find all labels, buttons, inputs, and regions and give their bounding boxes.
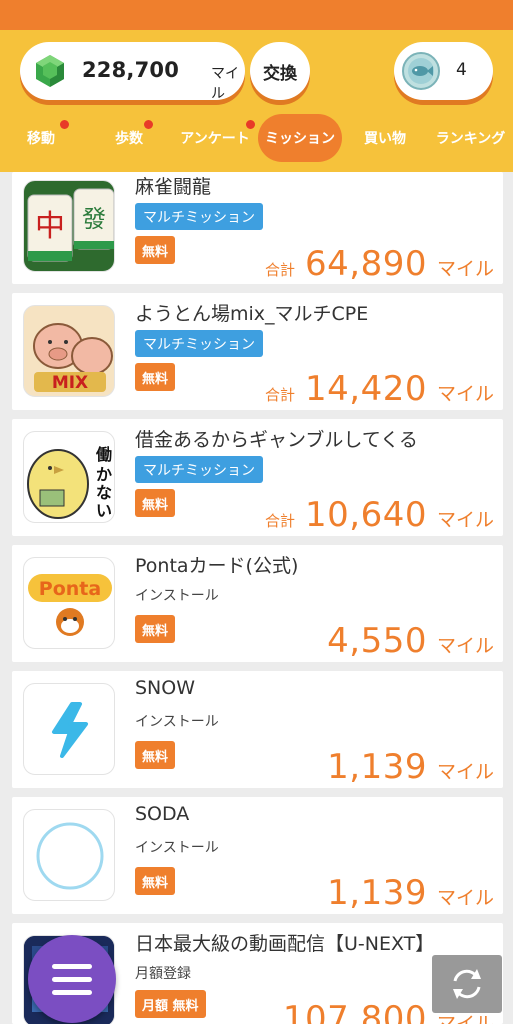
free-badge: 無料 — [135, 489, 176, 517]
multi-mission-badge: マルチミッション — [135, 330, 263, 357]
offer-card[interactable]: 中 發 麻雀闘龍 マルチミッション 無料 合計 64,890 マイル — [12, 172, 503, 284]
tab-survey[interactable]: アンケート — [172, 114, 258, 162]
svg-text:な: な — [96, 483, 112, 502]
reward: 1,139 マイル — [327, 747, 494, 787]
free-badge: 月額 無料 — [135, 990, 206, 1018]
status-bar — [0, 0, 513, 30]
soda-circle-icon — [23, 809, 115, 901]
reward-miles: 10,640 — [305, 495, 427, 535]
reward-unit: マイル — [436, 887, 494, 909]
offer-subtype: インストール — [135, 840, 219, 856]
free-badge: 無料 — [135, 236, 176, 264]
tab-shopping[interactable]: 買い物 — [352, 114, 418, 162]
offer-card[interactable]: MIX ようとん場mix_マルチCPE マルチミッション 無料 合計 14,42… — [12, 293, 503, 410]
tab-mission[interactable]: ミッション — [258, 114, 342, 162]
tab-steps[interactable]: 歩数 — [96, 114, 162, 162]
refresh-icon — [453, 969, 481, 999]
offer-card[interactable]: 働 か な い 借金あるからギャンブルしてくる マルチミッション 無料 合計 1… — [12, 419, 503, 536]
free-badge: 無料 — [135, 615, 176, 643]
app-name: ようとん場mix_マルチCPE — [135, 303, 369, 325]
total-label: 合計 — [265, 512, 296, 530]
offer-subtype: インストール — [135, 588, 219, 604]
reward-miles: 107,800 — [282, 999, 427, 1024]
svg-text:發: 發 — [82, 205, 106, 233]
category-tabs: 移動 歩数 アンケート ミッション 買い物 ランキング — [0, 114, 513, 166]
menu-button[interactable] — [28, 935, 116, 1023]
tab-label: アンケート — [180, 131, 250, 147]
reward-miles: 64,890 — [305, 244, 427, 284]
offer-card[interactable]: SODA インストール 無料 1,139 マイル — [12, 797, 503, 914]
miles-value: 228,700 — [82, 58, 180, 82]
tab-label: 移動 — [27, 131, 55, 147]
reward-miles: 1,139 — [327, 747, 427, 787]
tab-move[interactable]: 移動 — [8, 114, 74, 162]
tab-label: ミッション — [265, 131, 335, 147]
svg-text:中: 中 — [35, 209, 65, 244]
svg-text:い: い — [96, 501, 112, 520]
svg-text:か: か — [96, 465, 112, 484]
reward: 4,550 マイル — [327, 621, 494, 661]
app-name: SODA — [135, 803, 190, 825]
app-name: 麻雀闘龍 — [135, 176, 212, 198]
header: 228,700 マイル 交換 4 移動 歩数 アンケート ミッション 買い物 ラ… — [0, 30, 513, 172]
exchange-button[interactable]: 交換 — [250, 42, 310, 100]
tab-ranking[interactable]: ランキング — [428, 114, 513, 162]
reward-miles: 14,420 — [305, 369, 427, 409]
total-label: 合計 — [265, 386, 296, 404]
miles-balance: 228,700 マイル — [20, 42, 245, 102]
miles-unit: マイル — [211, 66, 239, 102]
tab-label: ランキング — [435, 131, 506, 147]
reward-unit: マイル — [436, 509, 494, 531]
notification-dot — [60, 120, 69, 129]
reward-unit: マイル — [436, 258, 494, 280]
app-name: 日本最大級の動画配信【U-NEXT】 — [135, 933, 435, 955]
reward: 合計 64,890 マイル — [265, 244, 494, 284]
reward-unit: マイル — [436, 761, 494, 783]
tab-label: 歩数 — [115, 131, 143, 147]
svg-text:Ponta: Ponta — [39, 578, 101, 600]
snow-lightning-icon — [23, 683, 115, 775]
offer-card[interactable]: Ponta Pontaカード(公式) インストール 無料 4,550 マイル — [12, 545, 503, 662]
reward: 合計 10,640 マイル — [265, 495, 494, 535]
notification-dot — [246, 120, 255, 129]
reward-miles: 4,550 — [327, 621, 427, 661]
reward-unit: マイル — [436, 383, 494, 405]
hamburger-icon — [52, 990, 92, 995]
coin-balance[interactable]: 4 — [394, 42, 493, 100]
bird-gambler-icon: 働 か な い — [23, 431, 115, 523]
free-badge: 無料 — [135, 363, 176, 391]
reward: 1,139 マイル — [327, 873, 494, 913]
offer-card[interactable]: SNOW インストール 無料 1,139 マイル — [12, 671, 503, 788]
total-label: 合計 — [265, 261, 296, 279]
free-badge: 無料 — [135, 741, 176, 769]
multi-mission-badge: マルチミッション — [135, 456, 263, 483]
pig-farm-icon: MIX — [23, 305, 115, 397]
svg-text:働: 働 — [95, 445, 112, 464]
notification-dot — [144, 120, 153, 129]
multi-mission-badge: マルチミッション — [135, 203, 263, 230]
reward-unit: マイル — [436, 635, 494, 657]
tab-label: 買い物 — [364, 131, 406, 147]
reward-miles: 1,139 — [327, 873, 427, 913]
ponta-icon: Ponta — [23, 557, 115, 649]
offer-subtype: 月額登録 — [135, 966, 191, 982]
offer-subtype: インストール — [135, 714, 219, 730]
svg-text:MIX: MIX — [52, 373, 88, 393]
fish-coin-icon — [402, 52, 440, 90]
gem-icon — [36, 55, 64, 87]
free-badge: 無料 — [135, 867, 176, 895]
app-name: 借金あるからギャンブルしてくる — [135, 429, 418, 451]
app-name: SNOW — [135, 677, 196, 699]
app-name: Pontaカード(公式) — [135, 555, 299, 577]
reward: 合計 14,420 マイル — [265, 369, 494, 409]
mahjong-icon: 中 發 — [23, 180, 115, 272]
hamburger-icon — [52, 964, 92, 969]
refresh-button[interactable] — [432, 955, 502, 1013]
coin-count: 4 — [456, 60, 467, 80]
hamburger-icon — [52, 977, 92, 982]
